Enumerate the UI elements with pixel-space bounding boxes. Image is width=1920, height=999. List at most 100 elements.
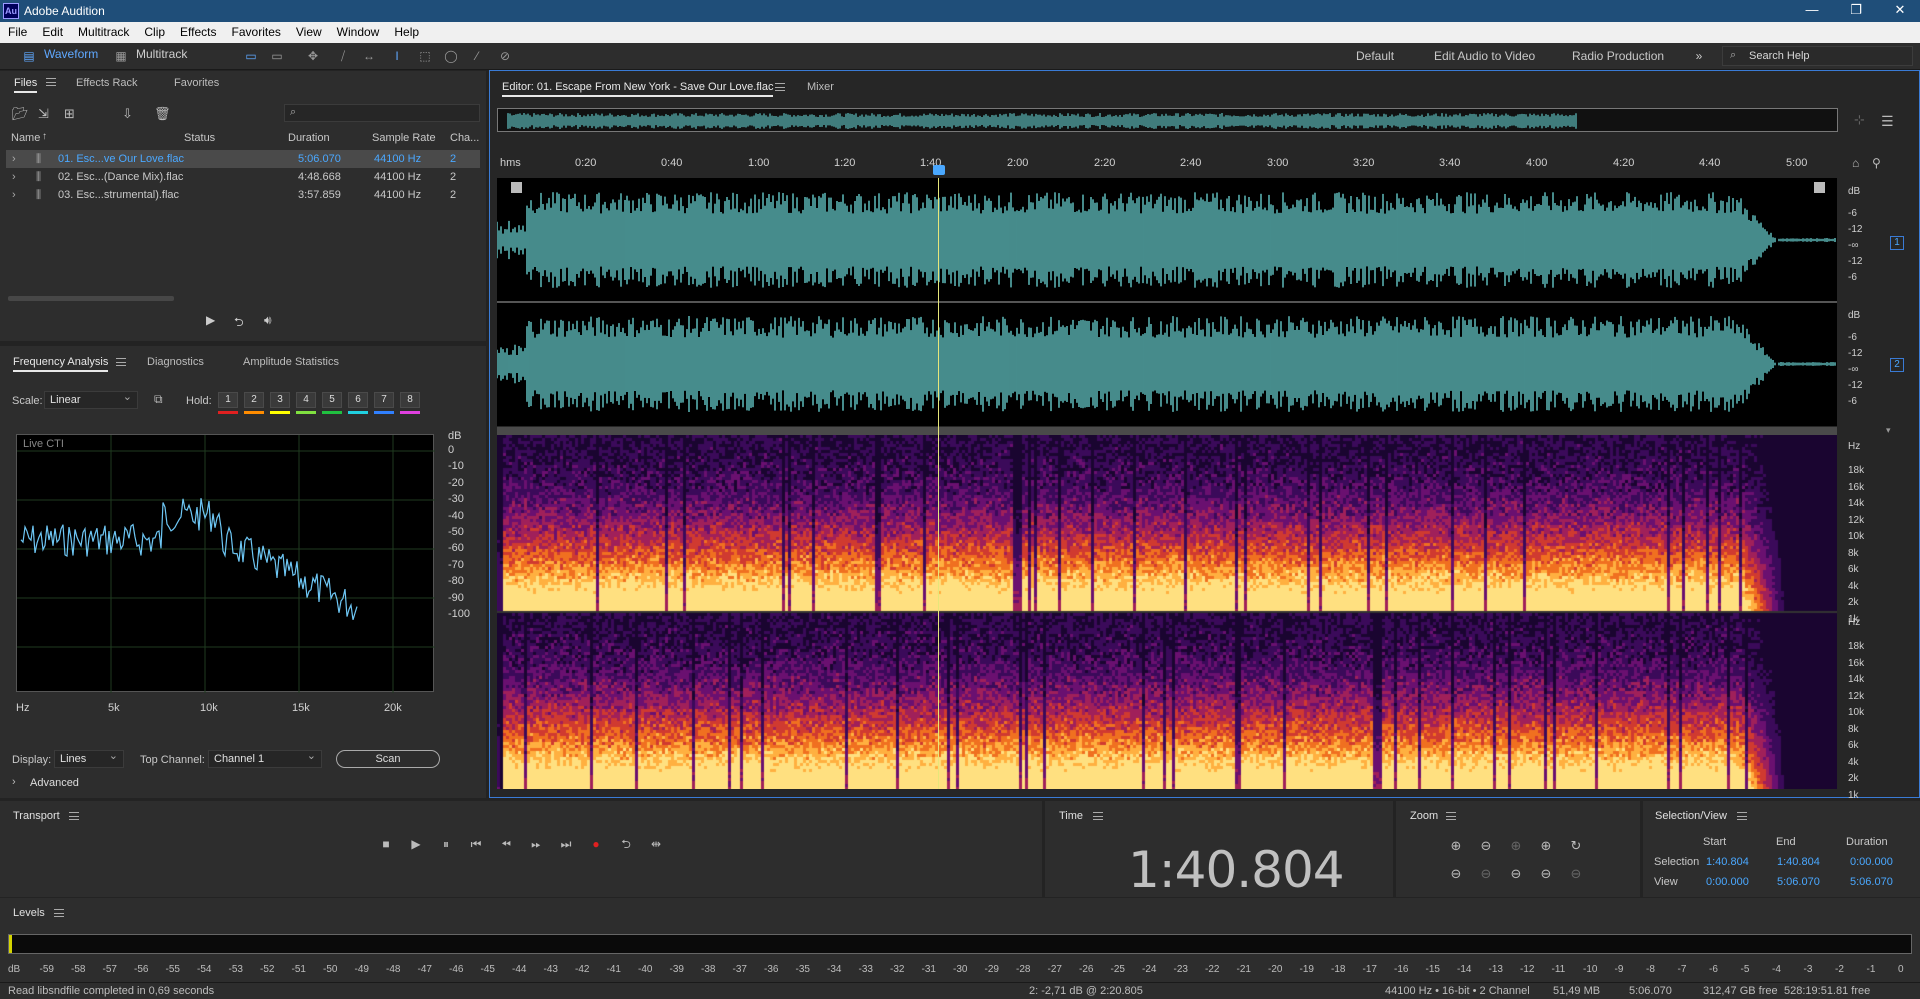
overview-navigator[interactable] bbox=[497, 108, 1838, 132]
tab-diagnostics[interactable]: Diagnostics bbox=[147, 356, 204, 368]
skip-selection-icon[interactable]: ⇹ bbox=[648, 836, 664, 852]
menu-help[interactable]: Help bbox=[386, 22, 426, 39]
hold-button-3[interactable]: 3 bbox=[270, 392, 290, 408]
play-preview-icon[interactable]: ▶ bbox=[206, 313, 215, 327]
workspace-radio-production[interactable]: Radio Production bbox=[1572, 49, 1664, 63]
zoom-in-amplitude-icon[interactable]: ⊕ bbox=[1448, 838, 1464, 854]
multitrack-button[interactable]: Multitrack bbox=[136, 47, 187, 66]
slip-tool-icon[interactable]: ↔ bbox=[362, 49, 376, 63]
selection-start[interactable]: 1:40.804 bbox=[1706, 856, 1749, 868]
top-channel-dropdown[interactable]: Channel 1 bbox=[208, 749, 322, 768]
spectral-display-icon[interactable]: ▭ bbox=[270, 49, 284, 63]
hud-icon[interactable] bbox=[511, 182, 522, 193]
view-start[interactable]: 0:00.000 bbox=[1706, 876, 1749, 888]
expand-icon[interactable]: › bbox=[12, 171, 16, 183]
marker-pin-icon[interactable]: ⚲ bbox=[1872, 156, 1881, 170]
view-end[interactable]: 5:06.070 bbox=[1777, 876, 1820, 888]
import-file-icon[interactable]: ⇲ bbox=[38, 106, 49, 122]
move-tool-icon[interactable]: ✥ bbox=[306, 49, 320, 63]
display-dropdown[interactable]: Lines bbox=[54, 749, 124, 768]
col-status[interactable]: Status bbox=[184, 132, 215, 144]
waveform-display[interactable] bbox=[497, 178, 1837, 426]
spectral-display[interactable] bbox=[497, 435, 1837, 789]
workspace-default[interactable]: Default bbox=[1356, 49, 1394, 63]
zoom-left-edge-icon[interactable]: ⊖ bbox=[1508, 866, 1524, 882]
zoom-menu-icon[interactable] bbox=[1446, 812, 1456, 820]
tab-amplitude-statistics[interactable]: Amplitude Statistics bbox=[243, 356, 339, 368]
files-scrollbar[interactable] bbox=[8, 296, 174, 301]
razor-tool-icon[interactable]: ⧸ bbox=[336, 49, 350, 63]
hold-button-6[interactable]: 6 bbox=[348, 392, 368, 408]
autoplay-icon[interactable]: 🔊︎ bbox=[264, 313, 272, 328]
workspace-edit-audio-video[interactable]: Edit Audio to Video bbox=[1434, 49, 1535, 63]
record-icon[interactable]: ● bbox=[588, 836, 604, 852]
selection-duration[interactable]: 0:00.000 bbox=[1850, 856, 1893, 868]
loop-playback-icon[interactable]: ⮌ bbox=[618, 836, 634, 852]
selection-view-menu-icon[interactable] bbox=[1737, 812, 1747, 820]
col-channels[interactable]: Cha... bbox=[450, 132, 479, 144]
menu-edit[interactable]: Edit bbox=[34, 22, 70, 39]
expand-icon[interactable]: › bbox=[12, 153, 16, 165]
hold-button-7[interactable]: 7 bbox=[374, 392, 394, 408]
spectral-divider[interactable] bbox=[497, 427, 1837, 435]
menu-window[interactable]: Window bbox=[329, 22, 387, 39]
maximize-icon[interactable]: ❐ bbox=[1836, 2, 1876, 20]
editor-options-icon[interactable]: ☰ bbox=[1881, 113, 1894, 130]
tab-files[interactable]: Files bbox=[14, 77, 38, 93]
levels-menu-icon[interactable] bbox=[54, 909, 64, 917]
zoom-out-amplitude-icon[interactable]: ⊖ bbox=[1478, 838, 1494, 854]
loop-preview-icon[interactable]: ⮌ bbox=[234, 313, 244, 334]
zoom-in-time-icon[interactable]: ⊕ bbox=[1508, 838, 1524, 854]
zoom-in-point-icon[interactable]: ⊕ bbox=[1538, 838, 1554, 854]
brush-tool-icon[interactable]: ⁄ bbox=[470, 49, 484, 63]
menu-effects[interactable]: Effects bbox=[172, 22, 223, 39]
playhead-marker[interactable] bbox=[933, 165, 945, 175]
files-menu-icon[interactable] bbox=[46, 78, 56, 86]
pause-icon[interactable]: ⏸︎ bbox=[438, 836, 454, 852]
time-selection-tool-icon[interactable]: I bbox=[390, 49, 404, 63]
hold-button-1[interactable]: 1 bbox=[218, 392, 238, 408]
col-duration[interactable]: Duration bbox=[288, 132, 330, 144]
zoom-out-full-icon[interactable]: ⊖ bbox=[1448, 866, 1464, 882]
frequency-menu-icon[interactable] bbox=[116, 358, 126, 366]
transport-menu-icon[interactable] bbox=[69, 812, 79, 820]
waveform-button[interactable]: Waveform bbox=[44, 47, 98, 66]
hold-button-4[interactable]: 4 bbox=[296, 392, 316, 408]
go-to-start-icon[interactable]: ⏮︎ bbox=[468, 836, 484, 852]
snapshot-icon[interactable]: ⧉ bbox=[154, 392, 163, 407]
file-row[interactable]: › ⫼ 01. Esc...ve Our Love.flac 5:06.070 … bbox=[6, 150, 480, 168]
marquee-tool-icon[interactable]: ⬚ bbox=[418, 49, 432, 63]
hold-button-2[interactable]: 2 bbox=[244, 392, 264, 408]
advanced-section[interactable]: Advanced bbox=[30, 777, 79, 789]
zoom-reset-icon[interactable]: ↻ bbox=[1568, 838, 1584, 854]
hold-button-5[interactable]: 5 bbox=[322, 392, 342, 408]
tab-mixer[interactable]: Mixer bbox=[807, 81, 834, 93]
menu-file[interactable]: File bbox=[0, 22, 34, 39]
search-help-input[interactable]: Search Help bbox=[1722, 46, 1913, 66]
rewind-icon[interactable]: ⏪︎ bbox=[498, 836, 514, 852]
tab-frequency-analysis[interactable]: Frequency Analysis bbox=[13, 356, 109, 372]
healing-tool-icon[interactable]: ⊘ bbox=[498, 49, 512, 63]
files-search-input[interactable] bbox=[284, 104, 480, 122]
scan-button[interactable]: Scan bbox=[336, 750, 440, 768]
file-row[interactable]: › ⫼ 03. Esc...strumental).flac 3:57.859 … bbox=[6, 186, 480, 204]
snap-icon[interactable]: ⌂ bbox=[1852, 156, 1859, 170]
tab-favorites[interactable]: Favorites bbox=[174, 77, 219, 89]
menu-view[interactable]: View bbox=[288, 22, 329, 39]
col-sample-rate[interactable]: Sample Rate bbox=[372, 132, 436, 144]
zoom-right-edge-icon[interactable]: ⊖ bbox=[1538, 866, 1554, 882]
menu-clip[interactable]: Clip bbox=[136, 22, 172, 39]
expand-icon[interactable]: › bbox=[12, 189, 16, 201]
channel-1-badge[interactable]: 1 bbox=[1890, 236, 1904, 250]
minimize-icon[interactable]: — bbox=[1792, 2, 1832, 20]
insert-icon[interactable]: ⇩ bbox=[122, 106, 133, 122]
delete-icon[interactable]: 🗑︎ bbox=[154, 106, 171, 122]
lasso-tool-icon[interactable]: ◯ bbox=[444, 49, 458, 63]
zoom-out-time-icon[interactable]: ⊖ bbox=[1568, 866, 1584, 882]
tab-effects-rack[interactable]: Effects Rack bbox=[76, 77, 138, 89]
waveform-display-icon[interactable]: ▭ bbox=[244, 49, 258, 63]
close-icon[interactable]: ✕ bbox=[1880, 2, 1920, 20]
advanced-expand-icon[interactable]: › bbox=[12, 776, 16, 788]
editor-menu-icon[interactable] bbox=[775, 83, 785, 91]
menu-multitrack[interactable]: Multitrack bbox=[70, 22, 136, 39]
